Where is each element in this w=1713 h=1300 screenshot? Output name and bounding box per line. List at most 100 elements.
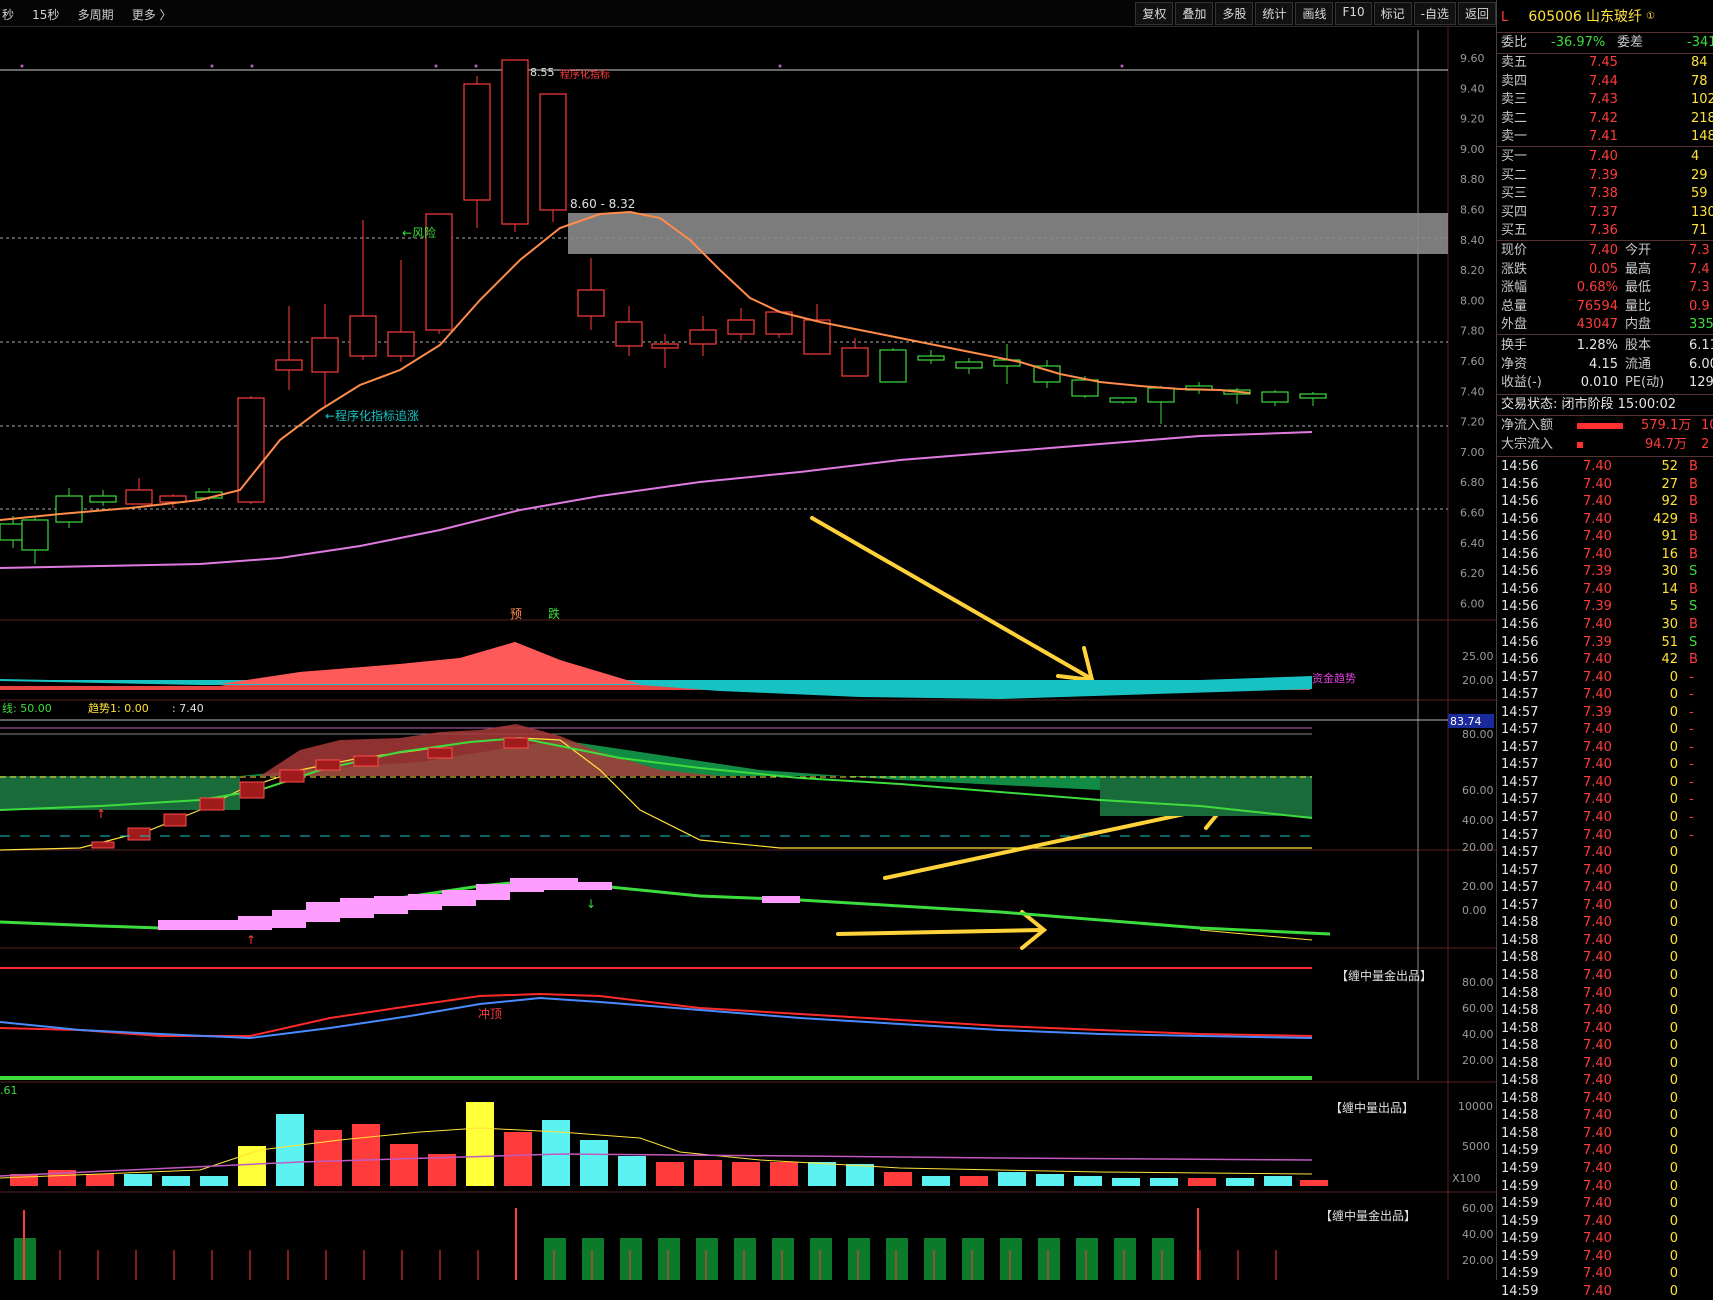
indicator-bar: [924, 1238, 946, 1280]
period-seconds[interactable]: 秒: [2, 8, 14, 22]
volume-bar: [124, 1174, 152, 1186]
asks-row[interactable]: 卖五 7.45 84: [1501, 54, 1713, 72]
candle: [1299, 393, 1327, 399]
indicator-bar: [1076, 1238, 1098, 1280]
tick-row: 14:59 7.40 0: [1501, 1283, 1678, 1299]
stat-row: 净资4.15流通6.00: [1501, 356, 1713, 372]
stat-row: 外盘43047内盘3354: [1501, 317, 1713, 333]
tick-row: 14:57 7.40 0-: [1501, 757, 1694, 773]
vol-legend: 【缠中量出品】: [1330, 1100, 1414, 1115]
asks-row[interactable]: 卖四 7.44 78: [1501, 73, 1713, 91]
multi-stock-button[interactable]: 多股: [1215, 2, 1254, 25]
peak-note: 程序化指标: [560, 68, 610, 81]
back-button[interactable]: 返回: [1457, 2, 1496, 25]
bids-row[interactable]: 买四 7.37 130: [1501, 204, 1713, 222]
remove-watchlist-button[interactable]: -自选: [1413, 2, 1456, 25]
tick-row: 14:56 7.40 52 B: [1501, 459, 1698, 474]
tick-row: 14:57 7.40 0: [1501, 897, 1678, 913]
indicator-bar: [848, 1238, 870, 1280]
bids-row[interactable]: 买一 7.40 4: [1501, 148, 1713, 166]
tick-row: 14:58 7.40 0: [1501, 1125, 1678, 1141]
stat-row: 现价 7.40 今开 7.3: [1501, 243, 1710, 258]
candle: [727, 319, 755, 335]
bids-row[interactable]: 买三 7.38 59: [1501, 185, 1713, 203]
statistics-button[interactable]: 统计: [1255, 2, 1294, 25]
tick-row: 14:56 7.40 429 B: [1501, 511, 1698, 527]
tick-row: 14:58 7.40 0: [1501, 967, 1678, 983]
level-volume: 84: [1691, 55, 1708, 70]
risk-label: ←风险: [402, 225, 436, 240]
candle: [349, 315, 377, 357]
svg-text:0.00: 0.00: [1462, 904, 1487, 917]
trade-status: 交易状态: 闭市阶段 15:00:02: [1501, 397, 1677, 412]
chart-area[interactable]: 8.60 - 8.32 8.55 程序化指标 ←风险 ←程序化指标追涨 预 跌 …: [0, 0, 1496, 1280]
svg-text:20.00: 20.00: [1462, 1054, 1494, 1067]
svg-text:40.00: 40.00: [1462, 814, 1494, 827]
indicator-bar: [1000, 1238, 1022, 1280]
info-icon[interactable]: ①: [1646, 11, 1655, 22]
indicator-bar: [810, 1238, 832, 1280]
svg-text:10000: 10000: [1458, 1100, 1493, 1113]
asks-row[interactable]: 卖三 7.43 102: [1501, 91, 1713, 109]
volume-bar: [542, 1120, 570, 1186]
multi-period[interactable]: 多周期: [78, 8, 114, 22]
weibi-row: 委比 -36.97% 委差 -341: [1501, 35, 1713, 50]
level-volume: 102: [1691, 92, 1713, 108]
market-flag: L: [1501, 10, 1509, 25]
stock-code: 605006: [1528, 9, 1582, 25]
svg-text:20.00: 20.00: [1462, 1254, 1494, 1267]
volume-bar: [200, 1176, 228, 1186]
bids-row[interactable]: 买二 7.39 29: [1501, 167, 1713, 185]
stat-row: 总量 76594 量比 0.9: [1501, 298, 1710, 314]
volume-bar: [580, 1140, 608, 1186]
resistance-zone: [568, 213, 1448, 254]
candle: [1261, 391, 1289, 403]
level-volume: 29: [1691, 167, 1708, 183]
f10-button[interactable]: F10: [1335, 2, 1372, 25]
svg-text:60.00: 60.00: [1462, 784, 1494, 797]
mark-button[interactable]: 标记: [1373, 2, 1412, 25]
tick-row: 14:56 7.40 92 B: [1501, 494, 1698, 510]
candle: [55, 495, 83, 523]
volume-bar: [276, 1114, 304, 1186]
price-axis-label: 6.20: [1460, 567, 1485, 580]
period-15s[interactable]: 15秒: [32, 8, 59, 22]
draw-line-button[interactable]: 画线: [1295, 2, 1334, 25]
price-axis-label: 6.60: [1460, 507, 1485, 520]
overlay-button[interactable]: 叠加: [1175, 2, 1214, 25]
price-axis-label: 6.80: [1460, 476, 1485, 489]
stat-row: 涨幅 0.68% 最低 7.3: [1501, 280, 1710, 296]
bids-row[interactable]: 买五 7.36 71: [1501, 222, 1713, 240]
svg-text:60.00: 60.00: [1462, 1202, 1494, 1215]
level-label: 买四: [1501, 204, 1528, 220]
tick-row: 14:57 7.40 0-: [1501, 827, 1694, 843]
volume-bar: [770, 1162, 798, 1186]
asks-row[interactable]: 卖一 7.41 148: [1501, 128, 1713, 146]
volume-bar: [1112, 1178, 1140, 1186]
tick-row: 14:56 7.39 51 S: [1501, 634, 1698, 650]
tick-row: 14:56 7.40 14 B: [1501, 581, 1698, 597]
tick-row: 14:59 7.40 0: [1501, 1178, 1678, 1194]
level-label: 卖二: [1501, 110, 1528, 126]
stat-row: 收益(-) 0.010 PE(动) 129: [1501, 375, 1713, 391]
level-price: 7.36: [1589, 223, 1618, 239]
tick-row: 14:57 7.40 0-: [1501, 687, 1694, 703]
level-label: 买二: [1501, 167, 1528, 183]
ind2-header-c: : 7.40: [172, 702, 204, 715]
tick-row: 14:58 7.40 0: [1501, 915, 1678, 931]
volume-bar: [314, 1130, 342, 1186]
asks-row[interactable]: 卖二 7.42 218: [1501, 110, 1713, 128]
svg-text:↑: ↑: [96, 807, 106, 821]
fuquan-button[interactable]: 复权: [1135, 2, 1174, 25]
top-toolbar: 秒 15秒 多周期 更多 〉 复权 叠加 多股 统计 画线 F10 标记 -自选…: [0, 0, 1496, 27]
stock-header: L 605006 山东玻纤 ①: [1501, 8, 1655, 26]
volume-bar: [428, 1154, 456, 1186]
volume-bar: [1188, 1178, 1216, 1186]
tick-row: 14:58 7.40 0: [1501, 1003, 1678, 1019]
level-price: 7.45: [1589, 55, 1618, 70]
candle: [765, 311, 793, 335]
more-menu[interactable]: 更多 〉: [132, 8, 172, 22]
volume-bar: [504, 1132, 532, 1186]
candle: [463, 83, 491, 201]
tick-row: 14:56 7.39 30 S: [1501, 564, 1698, 580]
